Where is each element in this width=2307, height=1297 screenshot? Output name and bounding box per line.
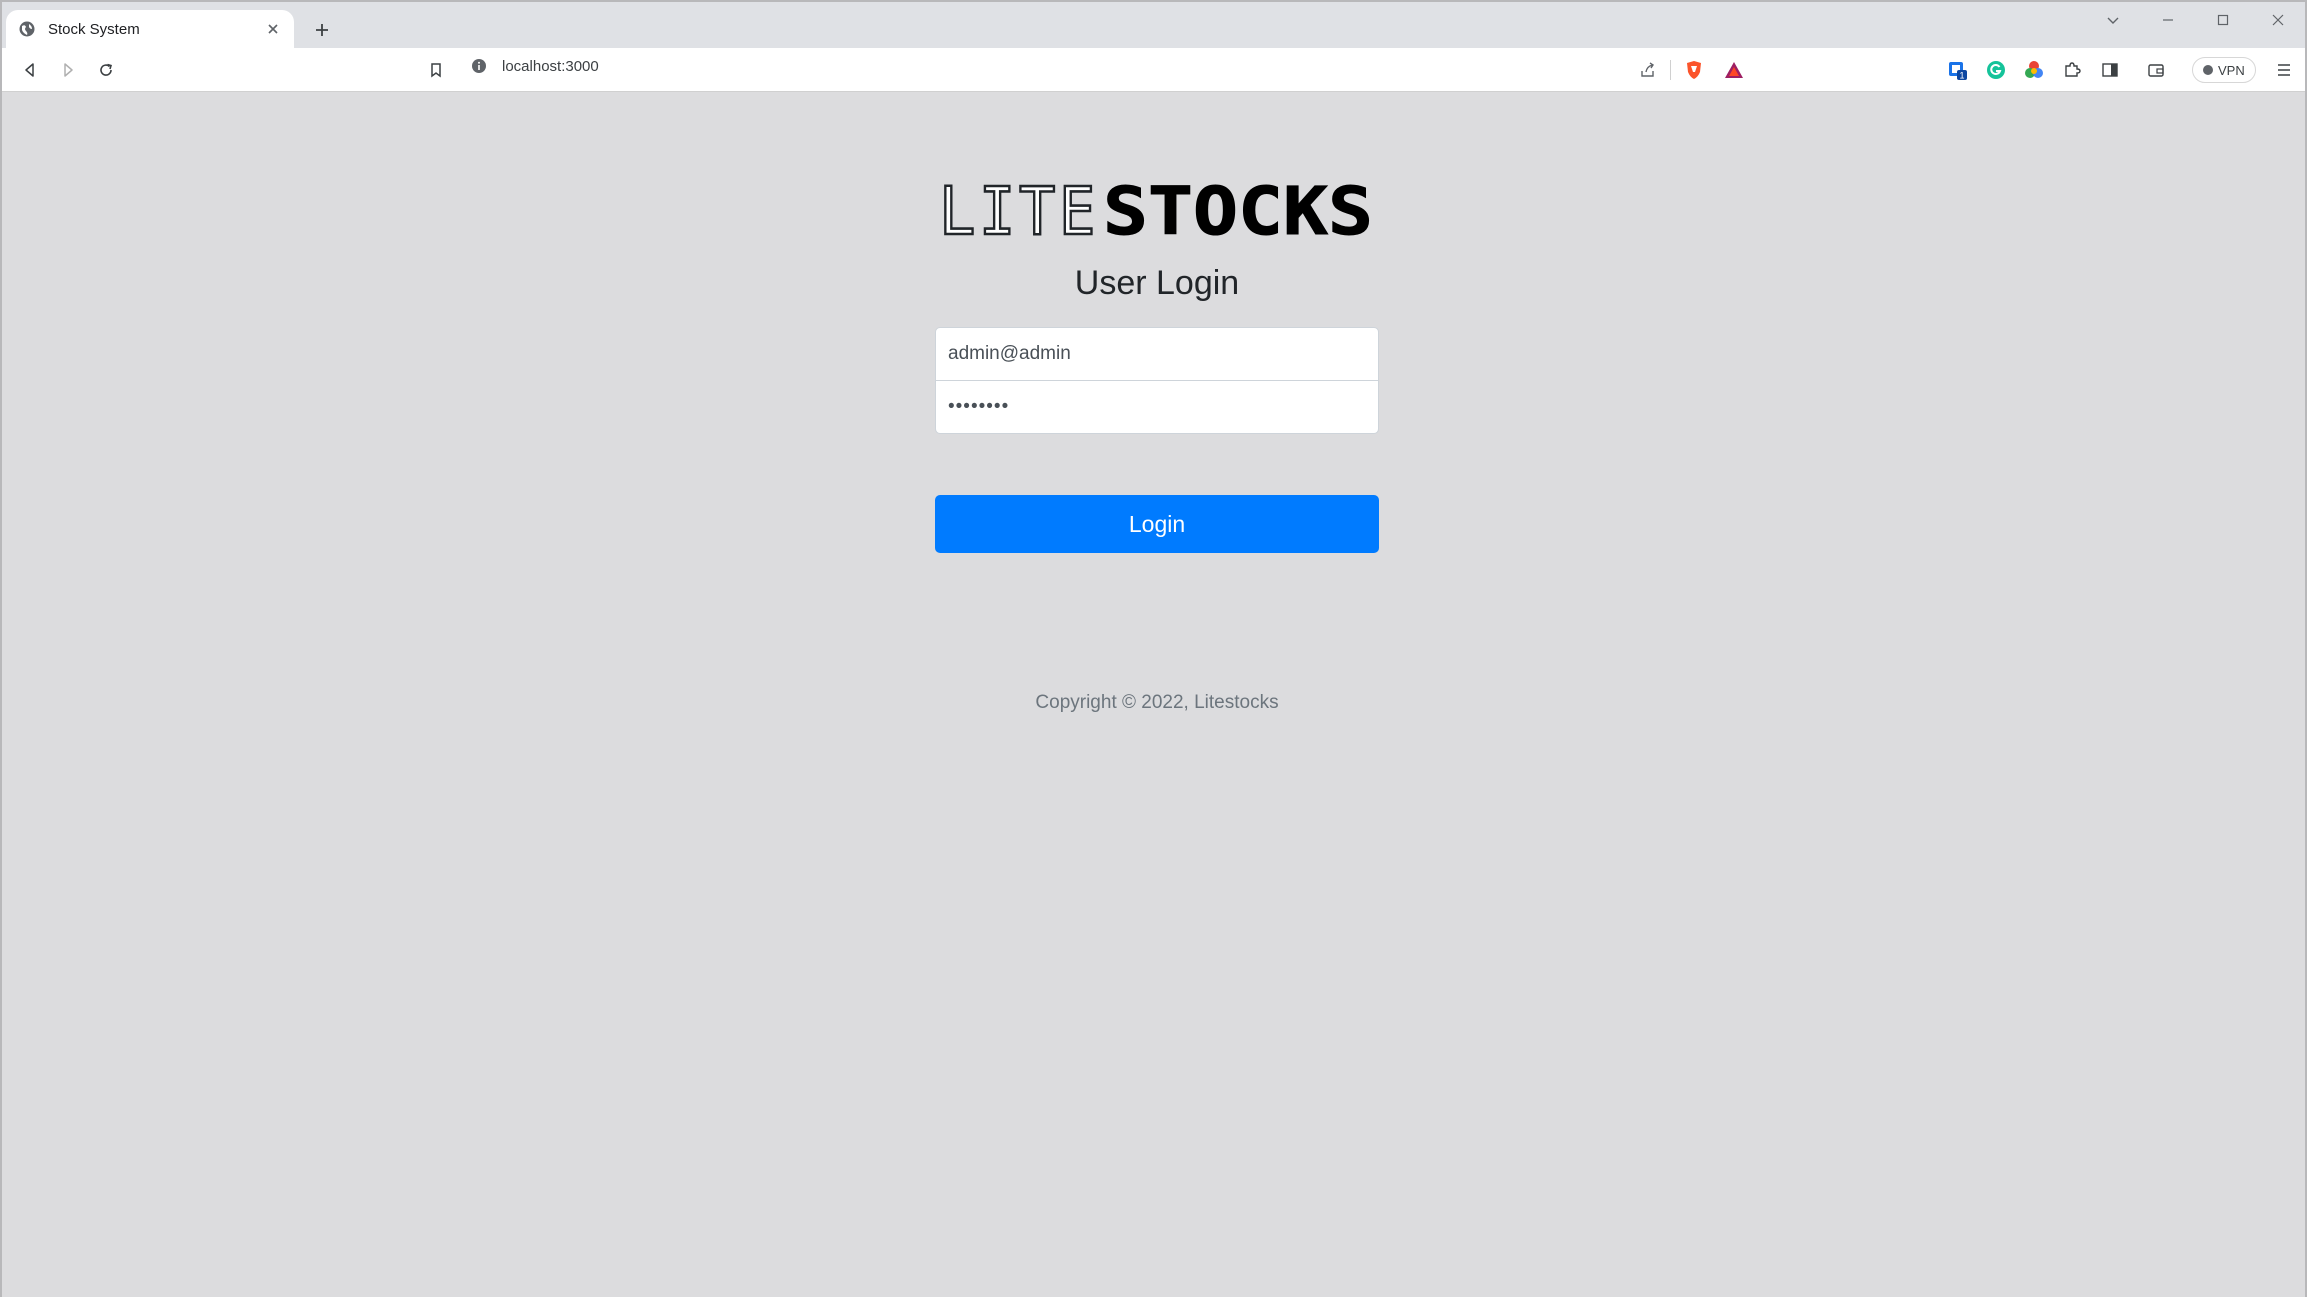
url-text[interactable]: localhost:3000 xyxy=(502,58,599,75)
reload-icon[interactable] xyxy=(92,56,120,84)
plus-icon[interactable] xyxy=(308,16,336,44)
browser-toolbar: localhost:3000 1 VPN xyxy=(2,48,2305,92)
login-button[interactable]: Login xyxy=(935,495,1379,553)
browser-window: Stock System localhost:3000 1 VPN LITE S… xyxy=(0,0,2307,1297)
brave-rewards-icon[interactable] xyxy=(1720,56,1748,84)
bookmark-icon[interactable] xyxy=(422,56,450,84)
maximize-icon[interactable] xyxy=(2195,2,2250,38)
globe-icon xyxy=(18,20,36,38)
chevron-down-icon[interactable] xyxy=(2085,2,2140,38)
hamburger-menu-icon[interactable] xyxy=(2270,56,2298,84)
color-picker-icon[interactable] xyxy=(2020,56,2048,84)
page-content: LITE STOCKS User Login Login Copyright ©… xyxy=(2,92,2305,1297)
extension-icon[interactable]: 1 xyxy=(1944,56,1972,84)
puzzle-icon[interactable] xyxy=(2058,56,2086,84)
window-controls xyxy=(2085,2,2305,38)
vpn-label: VPN xyxy=(2218,62,2245,78)
minimize-icon[interactable] xyxy=(2140,2,2195,38)
tab-title: Stock System xyxy=(48,20,140,38)
logo-stocks-text: STOCKS xyxy=(1103,182,1373,240)
tab-strip: Stock System xyxy=(2,2,2305,48)
password-field[interactable] xyxy=(935,380,1379,434)
copyright-text: Copyright © 2022, Litestocks xyxy=(1035,692,1279,713)
info-icon[interactable] xyxy=(470,57,488,75)
vpn-status-icon xyxy=(2203,65,2213,75)
logo-lite-text: LITE xyxy=(939,182,1099,240)
toolbar-divider xyxy=(1670,60,1671,80)
litestocks-logo: LITE STOCKS xyxy=(939,182,1374,240)
page-title: User Login xyxy=(1074,264,1240,302)
email-field[interactable] xyxy=(935,327,1379,381)
share-icon[interactable] xyxy=(1634,56,1662,84)
vpn-button[interactable]: VPN xyxy=(2192,57,2256,83)
tab-stock-system[interactable]: Stock System xyxy=(6,10,294,48)
wallet-icon[interactable] xyxy=(2142,56,2170,84)
svg-text:1: 1 xyxy=(1959,71,1964,81)
brave-shield-icon[interactable] xyxy=(1680,56,1708,84)
sidebar-icon[interactable] xyxy=(2096,56,2124,84)
close-icon[interactable] xyxy=(264,20,282,38)
forward-icon[interactable] xyxy=(54,56,82,84)
back-icon[interactable] xyxy=(16,56,44,84)
close-window-icon[interactable] xyxy=(2250,2,2305,38)
address-bar[interactable] xyxy=(462,54,1757,86)
grammarly-icon[interactable] xyxy=(1982,56,2010,84)
